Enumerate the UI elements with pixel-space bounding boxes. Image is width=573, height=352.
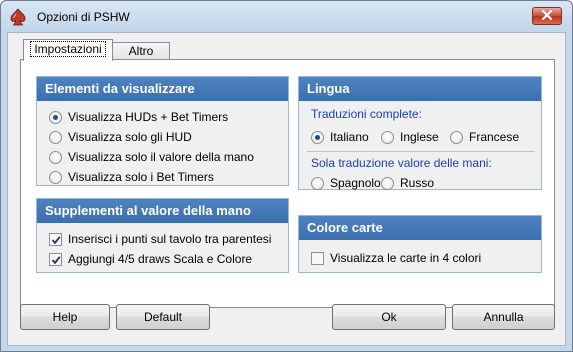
radio-label: Visualizza solo il valore della mano	[68, 150, 254, 164]
default-button[interactable]: Default	[116, 304, 210, 330]
checkbox[interactable]	[49, 252, 62, 266]
radio-solo-hud[interactable]: Visualizza solo gli HUD	[49, 129, 192, 145]
partial-translation-heading: Sola traduzione valore delle mani:	[311, 156, 492, 170]
checkbox-carte-4-colori[interactable]: Visualizza le carte in 4 colori	[311, 250, 481, 266]
radio-russo[interactable]: Russo	[381, 175, 434, 191]
radio-label: Spagnolo	[330, 176, 381, 190]
radio-button[interactable]	[450, 130, 463, 144]
tab-altro[interactable]: Altro	[112, 42, 170, 59]
ok-button[interactable]: Ok	[332, 304, 446, 330]
window-title: Opzioni di PSHW	[37, 10, 130, 24]
radio-button[interactable]	[381, 176, 394, 190]
radio-button[interactable]	[49, 170, 62, 184]
title-bar[interactable]: Opzioni di PSHW	[1, 1, 572, 31]
radio-button[interactable]	[49, 130, 62, 144]
radio-label: Russo	[400, 176, 435, 190]
radio-button[interactable]	[381, 130, 394, 144]
checkbox-label: Inserisci i punti sul tavolo tra parente…	[68, 232, 272, 246]
radio-label: Inglese	[400, 130, 439, 144]
radio-solo-valore-mano[interactable]: Visualizza solo il valore della mano	[49, 149, 254, 165]
language-group: Lingua Traduzioni complete: Italiano Ing…	[298, 76, 542, 190]
help-button[interactable]: Help	[20, 304, 110, 330]
radio-button[interactable]	[311, 176, 324, 190]
checkbox[interactable]	[49, 232, 62, 246]
radio-label: Visualizza solo gli HUD	[68, 130, 192, 144]
dialog-client-area: Impostazioni Altro Elementi da visualizz…	[7, 32, 566, 346]
cancel-button[interactable]: Annulla	[452, 304, 555, 330]
checkbox-label: Aggiungi 4/5 draws Scala e Colore	[68, 252, 253, 266]
tab-panel-impostazioni: Elementi da visualizzare Visualizza HUDs…	[20, 59, 555, 308]
group-title: Colore carte	[299, 216, 541, 240]
radio-button[interactable]	[49, 110, 62, 124]
close-icon	[541, 9, 553, 23]
group-title: Supplementi al valore della mano	[37, 199, 288, 223]
checkbox-draws-scala-colore[interactable]: Aggiungi 4/5 draws Scala e Colore	[49, 251, 252, 267]
card-color-group: Colore carte Visualizza le carte in 4 co…	[298, 215, 542, 273]
checkmark-icon	[51, 235, 61, 244]
elements-group: Elementi da visualizzare Visualizza HUDs…	[36, 76, 289, 186]
radio-label: Visualizza solo i Bet Timers	[68, 170, 214, 184]
tab-label: Altro	[128, 44, 154, 58]
radio-spagnolo[interactable]: Spagnolo	[311, 175, 381, 191]
checkbox-label: Visualizza le carte in 4 colori	[330, 251, 482, 265]
radio-button[interactable]	[311, 130, 324, 144]
radio-huds-bet-timers[interactable]: Visualizza HUDs + Bet Timers	[49, 109, 228, 125]
tab-label: Impostazioni	[30, 41, 106, 57]
supplements-group: Supplementi al valore della mano Inseris…	[36, 198, 289, 273]
group-title: Elementi da visualizzare	[37, 77, 288, 101]
full-translation-heading: Traduzioni complete:	[311, 107, 422, 121]
radio-label: Italiano	[330, 130, 369, 144]
divider	[307, 151, 535, 152]
radio-label: Visualizza HUDs + Bet Timers	[68, 110, 229, 124]
group-title: Lingua	[299, 77, 541, 101]
spade-icon	[9, 8, 27, 26]
radio-francese[interactable]: Francese	[450, 129, 519, 145]
radio-solo-bet-timers[interactable]: Visualizza solo i Bet Timers	[49, 169, 214, 185]
radio-italiano[interactable]: Italiano	[311, 129, 369, 145]
checkmark-icon	[51, 255, 61, 264]
radio-button[interactable]	[49, 150, 62, 164]
checkbox-punti-parentesi[interactable]: Inserisci i punti sul tavolo tra parente…	[49, 231, 271, 247]
options-dialog: Opzioni di PSHW Impostazioni Altro Eleme…	[0, 0, 573, 352]
radio-label: Francese	[469, 130, 520, 144]
checkbox[interactable]	[311, 251, 324, 265]
close-button[interactable]	[532, 7, 562, 25]
tab-impostazioni[interactable]: Impostazioni	[23, 39, 113, 61]
radio-inglese[interactable]: Inglese	[381, 129, 439, 145]
